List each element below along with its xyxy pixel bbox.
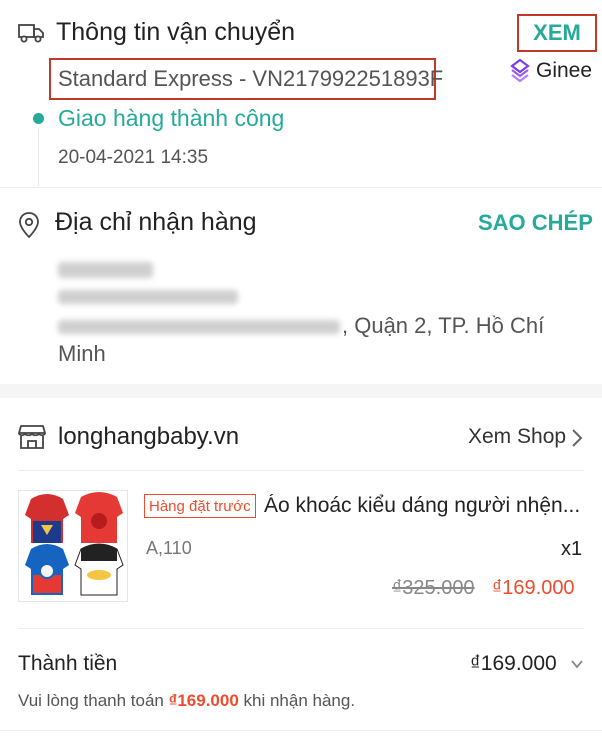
chevron-down-icon[interactable]	[569, 656, 585, 672]
original-price: ₫325.000	[392, 577, 475, 599]
redacted-street	[58, 320, 340, 334]
payment-note-suffix: khi nhận hàng.	[238, 691, 356, 710]
product-variant: A,110	[146, 538, 192, 558]
payment-note-prefix: Vui lòng thanh toán	[18, 691, 169, 710]
ginee-watermark: Ginee	[508, 58, 592, 84]
view-shipping-button[interactable]: XEM	[517, 14, 597, 52]
address-line-district: , Quận 2, TP. Hồ Chí	[342, 313, 545, 338]
order-total-value[interactable]: ₫169.000	[470, 652, 557, 676]
product-quantity: x1	[561, 538, 583, 560]
address-line-city: Minh	[58, 341, 106, 366]
delivery-timestamp: 20-04-2021 14:35	[58, 147, 209, 168]
divider	[0, 187, 602, 188]
product-name[interactable]: Áo khoác kiểu dáng người nhện...	[264, 494, 586, 518]
delivery-status: Giao hàng thành công	[58, 105, 285, 131]
product-thumbnail[interactable]	[18, 490, 128, 602]
shop-name[interactable]: longhangbaby.vn	[58, 423, 239, 451]
preorder-badge: Hàng đặt trước	[144, 494, 256, 518]
divider	[0, 730, 602, 731]
copy-address-button[interactable]: SAO CHÉP	[478, 210, 593, 236]
sale-price: ₫169.000	[492, 577, 575, 599]
timeline-line	[38, 128, 39, 186]
payment-note: Vui lòng thanh toán ₫169.000 khi nhận hà…	[18, 691, 355, 711]
hoodie-product-image	[25, 492, 124, 596]
status-dot	[33, 113, 44, 124]
chevron-right-icon[interactable]	[569, 427, 585, 449]
ginee-watermark-text: Ginee	[536, 59, 593, 82]
tracking-number: Standard Express - VN217992251893F	[49, 58, 443, 100]
divider	[18, 628, 584, 629]
divider	[18, 470, 584, 471]
payment-note-amount: ₫169.000	[168, 691, 239, 710]
view-shop-link[interactable]: Xem Shop	[468, 425, 566, 449]
redacted-recipient-name	[58, 262, 153, 278]
redacted-phone	[58, 290, 238, 304]
section-divider	[0, 384, 602, 398]
location-pin-icon	[19, 212, 39, 238]
truck-icon	[18, 24, 44, 43]
shop-icon	[18, 425, 46, 449]
ginee-logo-icon	[510, 58, 530, 83]
delivery-address-title: Địa chỉ nhận hàng	[55, 208, 257, 236]
order-total-label: Thành tiền	[18, 652, 118, 675]
shipping-info-title: Thông tin vận chuyển	[56, 18, 296, 46]
